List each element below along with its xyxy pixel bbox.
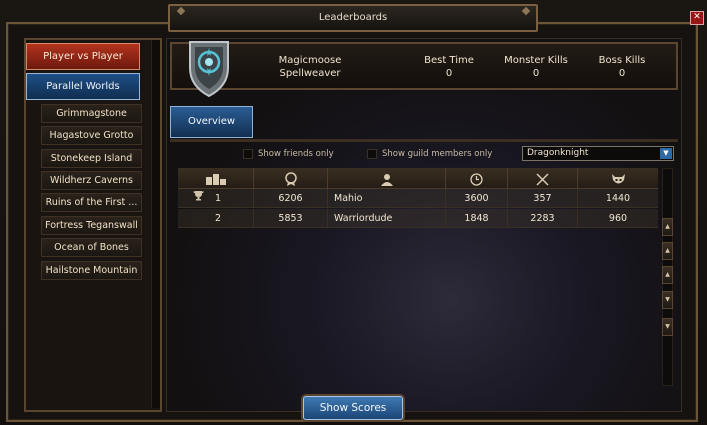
table-row[interactable]: 2 5853 Warriordude 1848 2283 960 [178, 209, 658, 228]
table-header [178, 168, 658, 189]
trophy-icon [190, 189, 206, 208]
tab-overview-label: Overview [187, 116, 236, 127]
podium-icon [205, 174, 226, 185]
medal-icon [284, 172, 297, 186]
sidebar-item-ruins-of-the-first[interactable]: Ruins of the First ... [41, 193, 142, 212]
sidebar-item-hagastove-grotto[interactable]: Hagastove Grotto [41, 126, 142, 145]
monster-kills-cell: 2283 [507, 209, 577, 228]
scroll-down-button[interactable]: ▼ [662, 291, 673, 309]
leaderboards-window: Leaderboards ✕ Player vs Player Parallel… [0, 0, 707, 425]
sidebar-item-fortress-teganswall[interactable]: Fortress Teganswall [41, 216, 142, 235]
sidebar-item-hailstone-mountain[interactable]: Hailstone Mountain [41, 261, 142, 280]
sidebar-category-label: Player vs Player [43, 51, 123, 62]
stat-label-monster-kills: Monster Kills [504, 55, 568, 66]
sidebar-item-ocean-of-bones[interactable]: Ocean of Bones [41, 238, 142, 257]
sidebar-item-label: Fortress Teganswall [45, 220, 138, 231]
scroll-page-up-button[interactable]: ▲ [662, 242, 673, 260]
rank-cell: 2 [214, 213, 222, 224]
window-title: Leaderboards [318, 12, 388, 23]
time-column-header[interactable] [445, 168, 507, 189]
stat-label-best-time: Best Time [424, 55, 474, 66]
player-cell: Warriordude [327, 209, 445, 228]
close-icon: ✕ [693, 12, 701, 22]
boss-kills-cell: 1440 [577, 189, 658, 208]
player-column-header[interactable] [327, 168, 445, 189]
score-column-header[interactable] [253, 168, 327, 189]
time-cell: 3600 [445, 189, 507, 208]
sidebar-item-label: Grimmagstone [56, 108, 127, 119]
class-dropdown-value: Dragonknight [527, 148, 589, 158]
tab-divider [170, 139, 678, 142]
tab-overview[interactable]: Overview [170, 106, 253, 138]
player-name: Spellweaver [279, 68, 341, 79]
sidebar-item-label: Hailstone Mountain [45, 265, 138, 276]
sidebar-item-stonekeep-island[interactable]: Stonekeep Island [41, 149, 142, 168]
sidebar-item-label: Ruins of the First ... [45, 197, 138, 208]
monster-kills-cell: 357 [507, 189, 577, 208]
scroll-up-button[interactable]: ▲ [662, 266, 673, 284]
scroll-top-button[interactable]: ▲ [662, 218, 673, 236]
score-cell: 5853 [253, 209, 327, 228]
player-cell: Mahio [327, 189, 445, 208]
close-button[interactable]: ✕ [690, 11, 704, 25]
show-scores-label: Show Scores [319, 402, 387, 414]
class-dropdown[interactable]: Dragonknight ▼ [522, 146, 674, 161]
friends-only-label: Show friends only [258, 149, 334, 159]
friends-only-checkbox[interactable] [243, 149, 253, 159]
boss-kills-cell: 960 [577, 209, 658, 228]
rank-column-header[interactable] [178, 168, 253, 189]
monster-kills-column-header[interactable] [507, 168, 577, 189]
stat-label-boss-kills: Boss Kills [598, 55, 646, 66]
sidebar-item-label: Ocean of Bones [54, 242, 129, 253]
stat-value-monster-kills: 0 [532, 68, 540, 79]
sidebar-item-wildherz-caverns[interactable]: Wildherz Caverns [41, 171, 142, 190]
clock-icon [470, 172, 483, 186]
sidebar-category-pvp[interactable]: Player vs Player [26, 43, 140, 70]
guild-only-label: Show guild members only [382, 149, 493, 159]
boss-kills-column-header[interactable] [577, 168, 658, 189]
crossed-swords-icon [536, 172, 549, 186]
sidebar-category-parallel-worlds[interactable]: Parallel Worlds [26, 73, 140, 100]
sidebar-item-label: Hagastove Grotto [49, 130, 134, 141]
person-icon [380, 173, 393, 186]
player-header [170, 42, 678, 90]
time-cell: 1848 [445, 209, 507, 228]
sidebar-item-grimmagstone[interactable]: Grimmagstone [41, 104, 142, 123]
sidebar-category-label: Parallel Worlds [46, 81, 120, 92]
sidebar-item-label: Stonekeep Island [50, 153, 133, 164]
guild-only-checkbox[interactable] [367, 149, 377, 159]
guild-shield-icon [189, 41, 229, 98]
table-row[interactable]: 1 6206 Mahio 3600 357 1440 [178, 189, 658, 208]
boss-skull-icon [611, 173, 625, 183]
stat-value-best-time: 0 [445, 68, 453, 79]
sidebar-item-label: Wildherz Caverns [50, 175, 133, 186]
rank-cell: 1 [214, 193, 222, 204]
sidebar-scrollbar[interactable] [151, 40, 160, 408]
title-bar: Leaderboards [168, 4, 538, 32]
stat-value-boss-kills: 0 [618, 68, 626, 79]
show-scores-button[interactable]: Show Scores [303, 396, 403, 420]
guild-name: Magicmoose [278, 55, 342, 66]
chevron-down-icon[interactable]: ▼ [660, 148, 672, 159]
scroll-page-down-button[interactable]: ▼ [662, 318, 673, 336]
score-cell: 6206 [253, 189, 327, 208]
